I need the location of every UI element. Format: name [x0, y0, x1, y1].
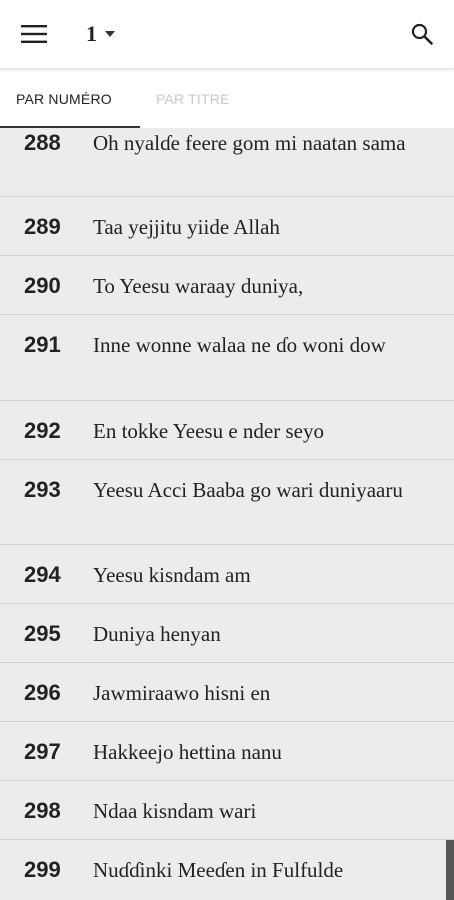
- list-item[interactable]: 293 Yeesu Acci Baaba go wari duniyaaru: [0, 460, 454, 545]
- hymn-number: 289: [24, 214, 61, 239]
- hymn-number: 292: [24, 418, 61, 443]
- search-icon: [411, 23, 433, 45]
- scrollbar-thumb[interactable]: [446, 840, 454, 900]
- hymn-number: 288: [24, 130, 61, 155]
- hymn-title: Oh nyalɗe feere gom mi naatan sama: [93, 131, 406, 155]
- hymn-title: Duniya henyan: [93, 622, 221, 646]
- hymn-number: 295: [24, 621, 61, 646]
- tab-bar: PAR NUMÉRO PAR TITRE: [0, 70, 454, 128]
- hymn-number: 297: [24, 739, 61, 764]
- list-item[interactable]: 288 Oh nyalɗe feere gom mi naatan sama: [0, 128, 454, 197]
- caret-down-icon: [105, 31, 115, 37]
- list-item[interactable]: 295 Duniya henyan: [0, 604, 454, 663]
- hymn-title: Inne wonne walaa ne ɗo woni dow: [93, 333, 386, 357]
- list-item[interactable]: 291 Inne wonne walaa ne ɗo woni dow: [0, 315, 454, 401]
- list-item[interactable]: 289 Taa yejjitu yiide Allah: [0, 197, 454, 256]
- hymn-number: 299: [24, 857, 61, 882]
- hymn-number: 294: [24, 562, 61, 587]
- hymn-title: Nuɗɗinki Meeɗen in Fulfulde: [93, 858, 344, 882]
- list-item[interactable]: 292 En tokke Yeesu e nder seyo: [0, 401, 454, 460]
- list-item[interactable]: 290 To Yeesu waraay duniya,: [0, 256, 454, 315]
- tab-by-title[interactable]: PAR TITRE: [156, 70, 230, 128]
- app-bar: 1: [0, 0, 454, 68]
- book-selector-dropdown[interactable]: 1: [86, 14, 115, 54]
- list-item[interactable]: 294 Yeesu kisndam am: [0, 545, 454, 604]
- hymn-title: Ndaa kisndam wari: [93, 799, 257, 823]
- tab-by-number[interactable]: PAR NUMÉRO: [16, 70, 112, 128]
- hymn-number: 291: [24, 332, 61, 357]
- list-item[interactable]: 298 Ndaa kisndam wari: [0, 781, 454, 840]
- hymn-title: Jawmiraawo hisni en: [93, 681, 271, 705]
- hymn-title: Hakkeejo hettina nanu: [93, 740, 282, 764]
- hymn-number: 290: [24, 273, 61, 298]
- hymn-number: 298: [24, 798, 61, 823]
- active-tab-indicator: [0, 126, 140, 128]
- hymn-title: Yeesu kisndam am: [93, 563, 251, 587]
- hymn-number: 293: [24, 477, 61, 502]
- hymn-title: To Yeesu waraay duniya,: [93, 274, 304, 298]
- list-item[interactable]: 296 Jawmiraawo hisni en: [0, 663, 454, 722]
- hymn-number: 296: [24, 680, 61, 705]
- book-number: 1: [86, 21, 97, 46]
- menu-button[interactable]: [12, 14, 56, 54]
- search-button[interactable]: [400, 14, 444, 54]
- hymn-title: Yeesu Acci Baaba go wari duniyaaru: [93, 478, 403, 502]
- list-item[interactable]: 297 Hakkeejo hettina nanu: [0, 722, 454, 781]
- hamburger-menu-icon: [21, 25, 47, 43]
- list-item[interactable]: 299 Nuɗɗinki Meeɗen in Fulfulde: [0, 840, 454, 900]
- hymn-list[interactable]: 288 Oh nyalɗe feere gom mi naatan sama 2…: [0, 128, 454, 900]
- hymn-title: En tokke Yeesu e nder seyo: [93, 419, 324, 443]
- hymn-title: Taa yejjitu yiide Allah: [93, 215, 280, 239]
